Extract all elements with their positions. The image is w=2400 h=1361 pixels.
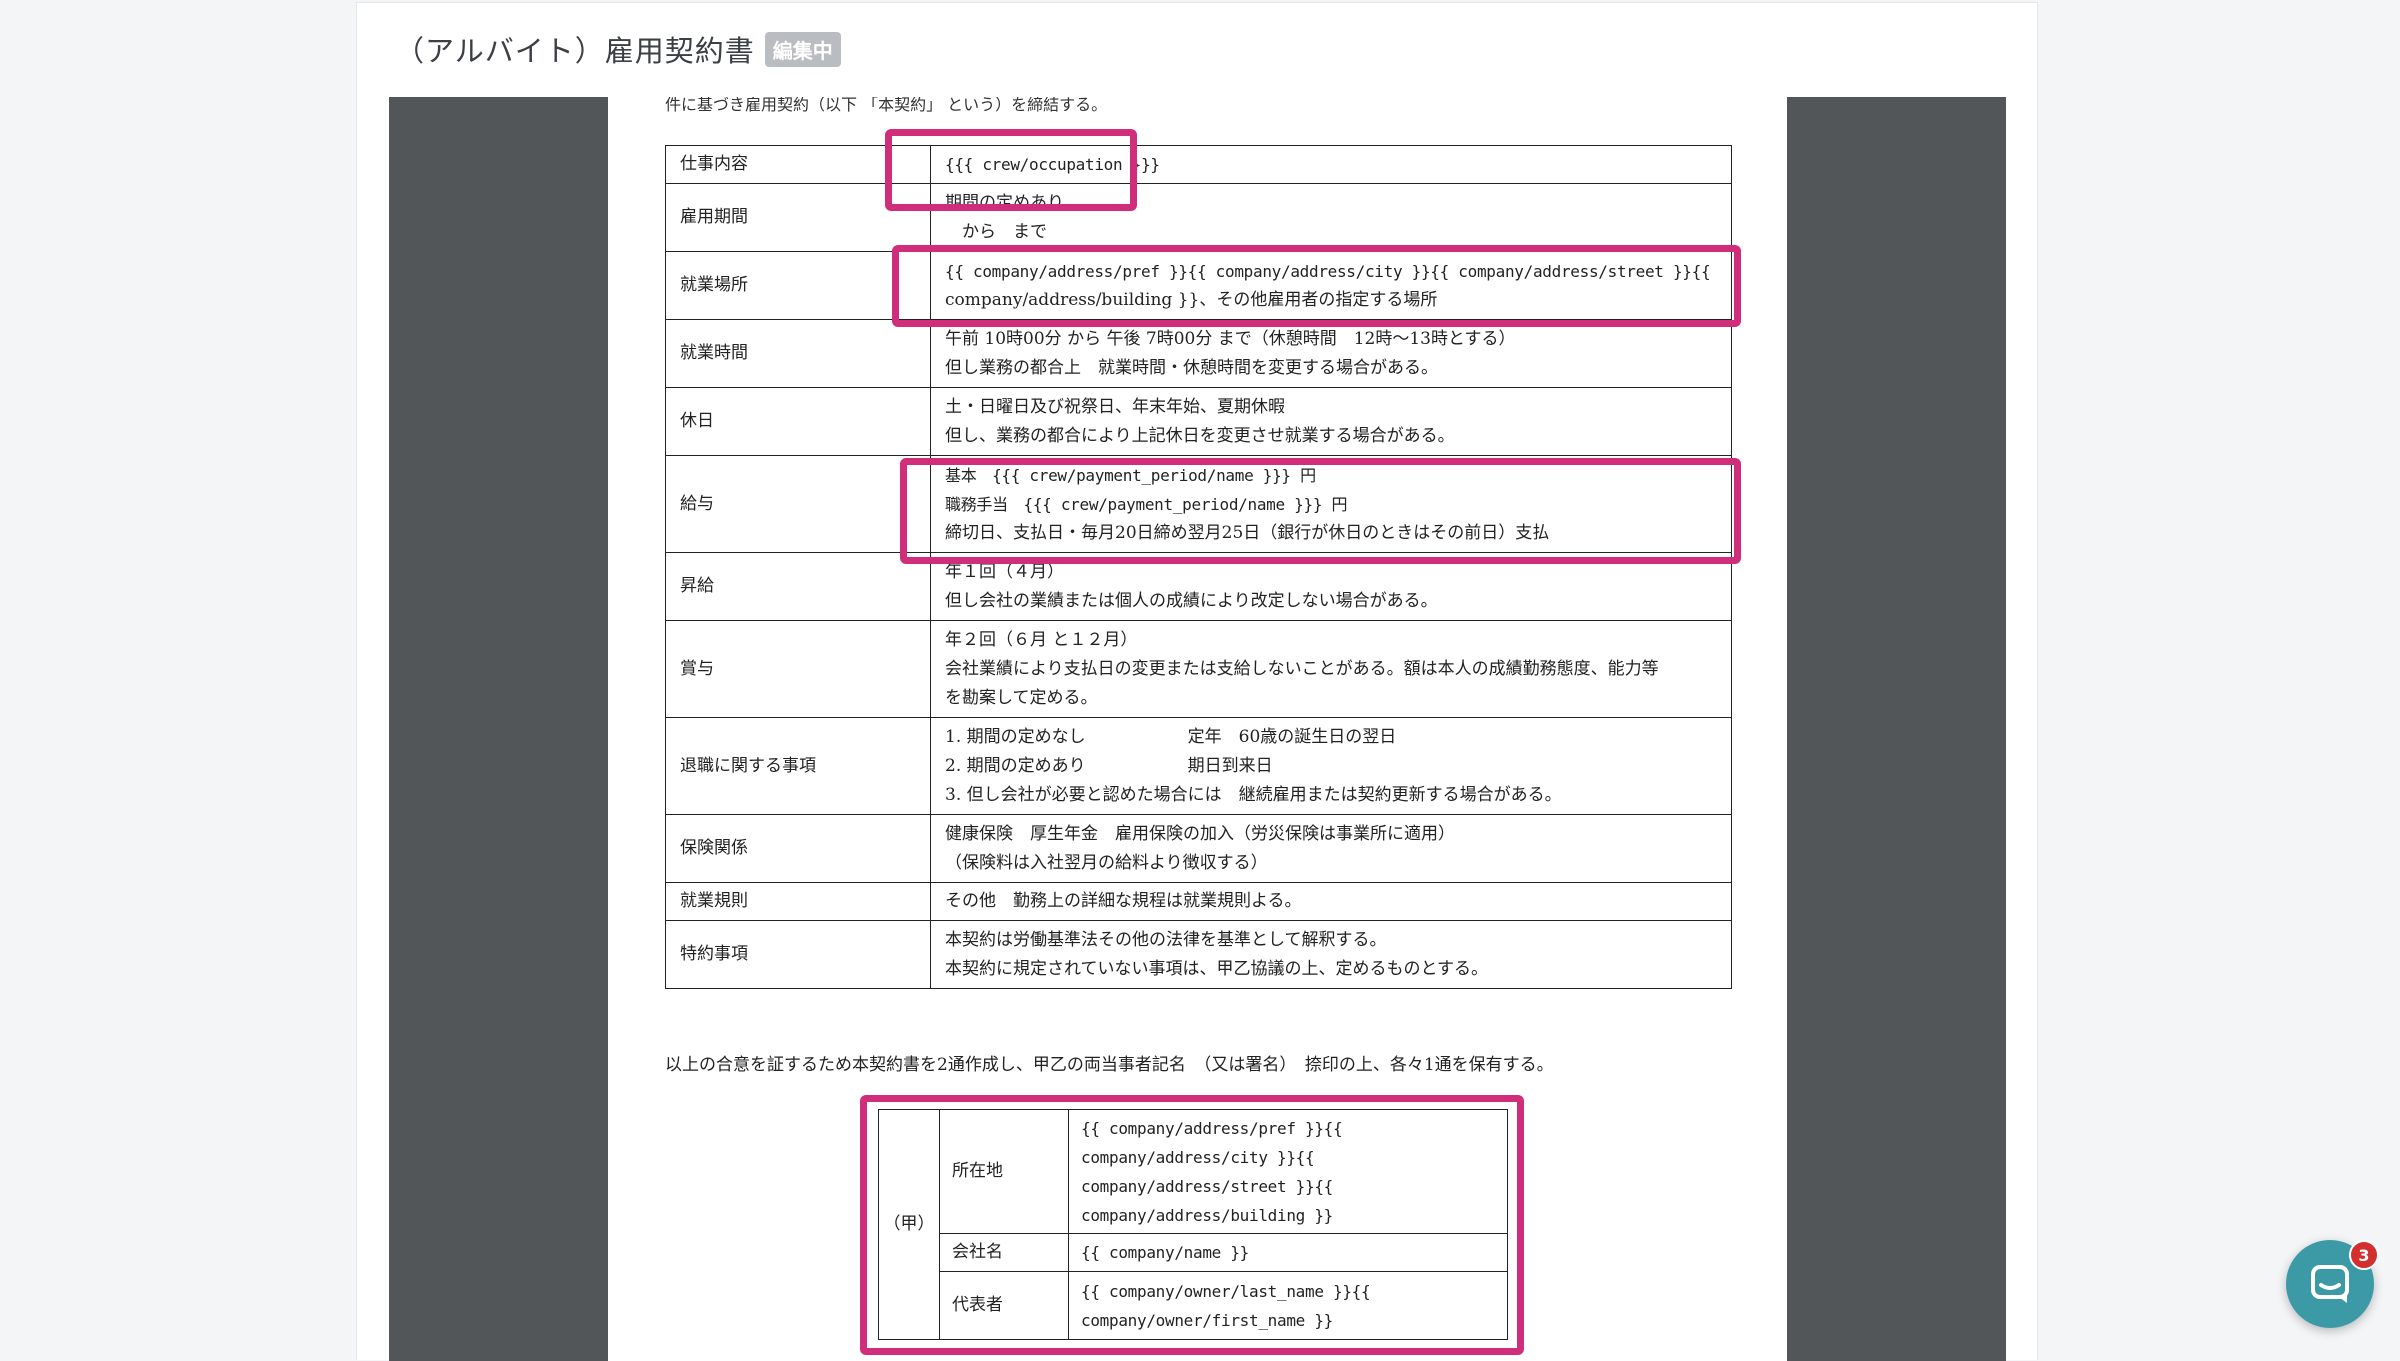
contract-value-line: 年１回（４月） <box>945 561 1064 582</box>
contract-row: 仕事内容 {{{ crew/occupation }}} <box>665 145 1732 184</box>
contract-row-value: {{{ crew/occupation }}} <box>930 145 1732 184</box>
contract-row-value: 基本 {{{ crew/payment_period/name }}} 円職務手… <box>930 455 1732 553</box>
contract-row-value: 健康保険 厚生年金 雇用保険の加入（労災保険は事業所に適用） （保険料は入社翌月の… <box>930 814 1732 883</box>
party-row: （甲） 所在地 {{ company/address/pref }}{{ compan… <box>878 1109 1508 1340</box>
party-value-line: {{ company/owner/last_name }}{{ <box>1081 1281 1371 1301</box>
contract-row-value: 本契約は労働基準法その他の法律を基準として解釈する。本契約に規定されていない事項… <box>930 920 1732 989</box>
contract-value-line: company/address/building }}、その他雇用者の指定する場… <box>945 289 1438 310</box>
party-value-line: {{ company/address/pref }}{{ <box>1081 1118 1343 1138</box>
contract-value-line: 土・日曜日及び祝祭日、年末年始、夏期休暇 <box>945 396 1285 417</box>
contract-value-line: 1. 期間の定めなし 定年 60歳の誕生日の翌日 <box>945 726 1397 747</box>
contract-value-line: から まで <box>945 221 1047 242</box>
contract-value-line: 3. 但し会社が必要と認めた場合には 継続雇用または契約更新する場合がある。 <box>945 784 1562 805</box>
contract-value-line: {{{ crew/occupation }}} <box>945 155 1160 174</box>
contract-row-value: {{ company/address/pref }}{{ company/add… <box>930 251 1732 320</box>
contract-row-label: 就業場所 <box>665 251 931 320</box>
contract-row-value: 年２回（６月 と１２月） 会社業績により支払日の変更または支給しないことがある。額… <box>930 620 1732 718</box>
closing-text: 以上の合意を証するため本契約書を2通作成し、甲乙の両当事者記名 （又は署名） 捺… <box>665 1055 1554 1075</box>
status-badge: 編集中 <box>764 31 841 67</box>
contract-value-line: 午前 10時00分 から 午後 7時00分 まで（休憩時間 12時～13時とする… <box>945 328 1516 349</box>
chat-bubble-icon <box>2311 1265 2349 1303</box>
contract-row: 休日 土・日曜日及び祝祭日、年末年始、夏期休暇但し、業務の都合により上記休日を変更… <box>665 387 1732 456</box>
contract-row-label: 保険関係 <box>665 814 931 883</box>
contract-value-line: その他 勤務上の詳細な規程は就業規則よる。 <box>945 891 1302 911</box>
party-value-line: {{ company/name }} <box>1081 1243 1249 1262</box>
contract-value-line: 本契約は労働基準法その他の法律を基準として解釈する。 <box>945 929 1387 950</box>
contract-row-value: 期間の定めあり から まで <box>930 183 1732 252</box>
contract-row-label: 給与 <box>665 455 931 553</box>
party-value-line: company/owner/first_name }} <box>1081 1310 1333 1330</box>
contract-row-label: 特約事項 <box>665 920 931 989</box>
contract-value-line: 但し、業務の都合により上記休日を変更させ就業する場合がある。 <box>945 425 1455 446</box>
party-value-line: company/address/city }}{{ <box>1081 1147 1315 1167</box>
party-key: （甲） <box>878 1109 940 1340</box>
contract-value-line: 本契約に規定されていない事項は、甲乙協議の上、定めるものとする。 <box>945 958 1488 979</box>
document-card: （アルバイト）雇用契約書 編集中 件に基づき雇用契約（以下 「本契約」 という）… <box>356 2 2038 1361</box>
contract-row: 就業規則 その他 勤務上の詳細な規程は就業規則よる。 <box>665 882 1732 921</box>
contract-row: 給与 基本 {{{ crew/payment_period/name }}} 円職… <box>665 455 1732 553</box>
contract-row: 保険関係 健康保険 厚生年金 雇用保険の加入（労災保険は事業所に適用） （保険料は入… <box>665 814 1732 883</box>
pdf-viewer[interactable]: 件に基づき雇用契約（以下 「本契約」 という）を締結する。 仕事内容 {{{ cr… <box>389 97 2006 1361</box>
party-row: 会社名 {{ company/name }} <box>879 1233 1508 1272</box>
contract-row: 雇用期間 期間の定めあり から まで <box>665 183 1732 252</box>
intro-text: 件に基づき雇用契約（以下 「本契約」 という）を締結する。 <box>665 97 1108 114</box>
contract-row-label: 雇用期間 <box>665 183 931 252</box>
contract-row-value: その他 勤務上の詳細な規程は就業規則よる。 <box>930 882 1732 921</box>
document-header: （アルバイト）雇用契約書 編集中 <box>357 3 2037 95</box>
contract-row-value: 午前 10時00分 から 午後 7時00分 まで（休憩時間 12時～13時とする… <box>930 319 1732 388</box>
contract-value-line: 但し業務の都合上 就業時間・休憩時間を変更する場合がある。 <box>945 357 1438 378</box>
contract-row-label: 就業時間 <box>665 319 931 388</box>
contract-row: 就業場所 {{ company/address/pref }}{{ company… <box>665 251 1732 320</box>
contract-row-label: 仕事内容 <box>665 145 931 184</box>
party-row-label: 代表者 <box>939 1271 1069 1340</box>
party-row-label: 所在地 <box>939 1109 1069 1234</box>
contract-row-label: 昇給 <box>665 552 931 621</box>
contract-value-line: 健康保険 厚生年金 雇用保険の加入（労災保険は事業所に適用） <box>945 823 1455 844</box>
contract-value-line: （保険料は入社翌月の給料より徴収する） <box>945 852 1268 873</box>
contract-value-line: 2. 期間の定めあり 期日到来日 <box>945 755 1273 776</box>
party-value-line: company/address/street }}{{ <box>1081 1176 1333 1196</box>
contract-row: 賞与 年２回（６月 と１２月） 会社業績により支払日の変更または支給しないことがある… <box>665 620 1732 718</box>
contract-value-line: 但し会社の業績または個人の成績により改定しない場合がある。 <box>945 590 1438 611</box>
party-table: （甲） 所在地 {{ company/address/pref }}{{ compan… <box>878 1109 1508 1340</box>
party-row-value: {{ company/address/pref }}{{ company/addr… <box>1068 1109 1508 1234</box>
contract-value-line: {{ company/address/pref }}{{ company/add… <box>945 261 1711 281</box>
party-row-value: {{ company/owner/last_name }}{{ company/o… <box>1068 1271 1508 1340</box>
contract-row: 昇給 年１回（４月） 但し会社の業績または個人の成績により改定しない場合がある。 <box>665 552 1732 621</box>
party-row-label: 会社名 <box>939 1233 1069 1272</box>
party-value-line: company/address/building }} <box>1081 1205 1333 1225</box>
contract-value-line: 基本 {{{ crew/payment_period/name }}} 円 <box>945 465 1316 485</box>
party-row-value: {{ company/name }} <box>1068 1233 1508 1272</box>
contract-row-value: 1. 期間の定めなし 定年 60歳の誕生日の翌日 2. 期間の定めあり 期日到来日… <box>930 717 1732 815</box>
contract-row-value: 年１回（４月） 但し会社の業績または個人の成績により改定しない場合がある。 <box>930 552 1732 621</box>
contract-value-line: 締切日、支払日・毎月20日締め翌月25日（銀行が休日のときはその前日）支払 <box>945 522 1550 543</box>
contract-row: 就業時間 午前 10時00分 から 午後 7時00分 まで（休憩時間 12時～13… <box>665 319 1732 388</box>
contract-row: 特約事項 本契約は労働基準法その他の法律を基準として解釈する。本契約に規定されてい… <box>665 920 1732 989</box>
contract-table: 仕事内容 {{{ crew/occupation }}} 雇用期間 期間の定めあり か… <box>665 145 1732 989</box>
contract-row-label: 就業規則 <box>665 882 931 921</box>
pdf-page: 件に基づき雇用契約（以下 「本契約」 という）を締結する。 仕事内容 {{{ cr… <box>608 97 1787 1361</box>
contract-row-label: 退職に関する事項 <box>665 717 931 815</box>
contract-value-line: を勘案して定める。 <box>945 687 1098 708</box>
contract-row: 退職に関する事項 1. 期間の定めなし 定年 60歳の誕生日の翌日 2. 期間の定め… <box>665 717 1732 815</box>
contract-value-line: 期間の定めあり <box>945 192 1064 213</box>
contract-row-value: 土・日曜日及び祝祭日、年末年始、夏期休暇但し、業務の都合により上記休日を変更させ… <box>930 387 1732 456</box>
contract-row-label: 賞与 <box>665 620 931 718</box>
contract-value-line: 職務手当 {{{ crew/payment_period/name }}} 円 <box>945 494 1348 514</box>
contract-value-line: 会社業績により支払日の変更または支給しないことがある。額は本人の成績勤務態度、能… <box>945 658 1659 679</box>
document-title: （アルバイト）雇用契約書 <box>395 34 755 68</box>
chat-unread-badge: 3 <box>2349 1240 2379 1270</box>
contract-row-label: 休日 <box>665 387 931 456</box>
party-row: 代表者 {{ company/owner/last_name }}{{ compan… <box>879 1271 1508 1340</box>
contract-value-line: 年２回（６月 と１２月） <box>945 629 1138 650</box>
